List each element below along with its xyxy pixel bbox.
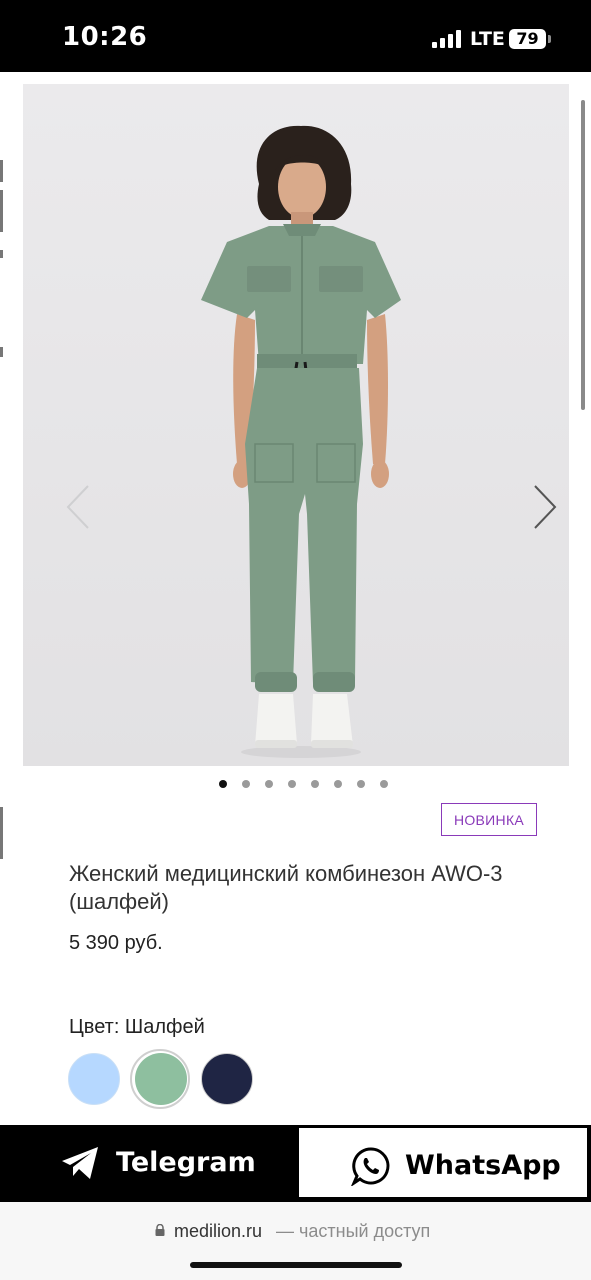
left-edge-marks xyxy=(0,72,3,1125)
gallery-dot[interactable] xyxy=(311,780,319,788)
home-indicator[interactable] xyxy=(190,1262,402,1268)
gallery-dot[interactable] xyxy=(334,780,342,788)
telegram-button[interactable]: Telegram xyxy=(0,1125,296,1202)
lock-icon xyxy=(155,1224,165,1236)
color-swatch-navy[interactable] xyxy=(201,1053,253,1105)
product-photo-model xyxy=(23,84,569,766)
product-price: 5 390 руб. xyxy=(69,932,163,954)
gallery-dot[interactable] xyxy=(265,780,273,788)
color-swatch-blue[interactable] xyxy=(68,1053,120,1105)
cellular-signal-icon xyxy=(432,30,464,48)
whatsapp-icon xyxy=(351,1147,390,1186)
product-title: Женский медицинский комбинезон AWO-3 (ша… xyxy=(69,861,503,914)
gallery-dot[interactable] xyxy=(242,780,250,788)
private-access-note: — частный доступ xyxy=(276,1221,431,1241)
browser-address-bar[interactable]: medilion.ru — частный доступ xyxy=(0,1202,591,1280)
color-label: Цвет: Шалфей xyxy=(69,1016,205,1038)
gallery-prev-arrow-icon[interactable] xyxy=(58,482,98,532)
new-badge: НОВИНКА xyxy=(441,803,537,836)
clock: 10:26 xyxy=(62,22,148,52)
gallery-next-arrow-icon[interactable] xyxy=(525,482,565,532)
status-bar: 10:26 LTE 79 xyxy=(0,0,591,72)
address-domain: medilion.ru xyxy=(174,1221,263,1241)
gallery-pagination xyxy=(217,780,392,790)
gallery-dot[interactable] xyxy=(380,780,388,788)
whatsapp-label: WhatsApp xyxy=(405,1150,561,1181)
messenger-bar: Telegram WhatsApp xyxy=(0,1125,591,1202)
gallery-dot[interactable] xyxy=(219,780,227,788)
color-swatch-sage[interactable] xyxy=(135,1053,187,1105)
gallery-dot[interactable] xyxy=(288,780,296,788)
telegram-icon xyxy=(62,1147,98,1179)
product-gallery[interactable] xyxy=(23,84,569,766)
network-type: LTE xyxy=(470,28,505,50)
gallery-dot[interactable] xyxy=(357,780,365,788)
battery-icon: 79 xyxy=(509,29,546,49)
scrollbar[interactable] xyxy=(581,100,585,410)
battery-tip xyxy=(548,35,551,43)
whatsapp-button[interactable]: WhatsApp xyxy=(297,1126,589,1199)
telegram-label: Telegram xyxy=(116,1147,256,1178)
